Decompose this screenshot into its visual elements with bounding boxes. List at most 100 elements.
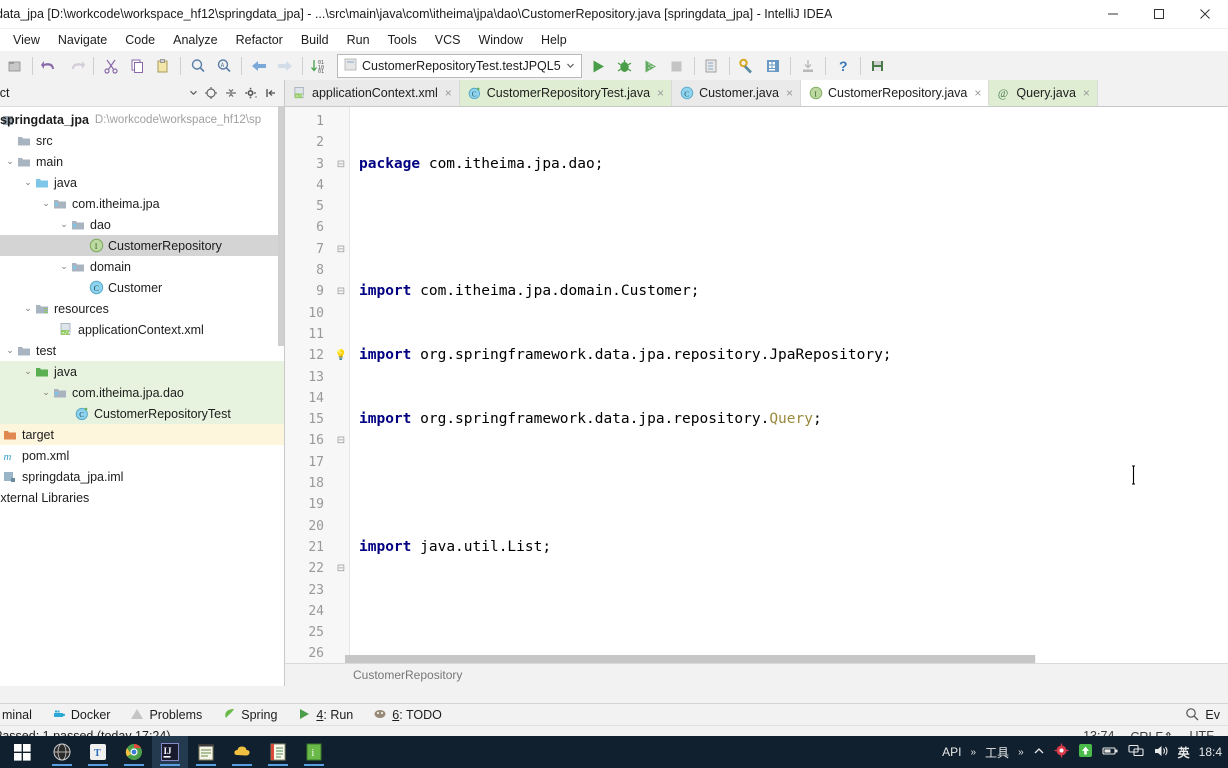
run-with-coverage-button[interactable]: [638, 53, 664, 79]
close-icon[interactable]: ×: [657, 86, 664, 100]
close-icon[interactable]: ×: [786, 86, 793, 100]
forward-icon[interactable]: [272, 53, 298, 79]
tree-item-package-com-itheima-jpa[interactable]: ⌄ com.itheima.jpa: [0, 193, 284, 214]
tab-customer-java[interactable]: C Customer.java ×: [672, 80, 801, 106]
chevron-right-icon[interactable]: »: [1018, 747, 1024, 758]
fold-marker-javadoc[interactable]: ⊟: [333, 281, 349, 302]
tree-item-customer-repository[interactable]: I CustomerRepository: [0, 235, 284, 256]
editor-horizontal-scrollbar[interactable]: [345, 655, 1036, 663]
tree-item-target[interactable]: target: [0, 424, 284, 445]
help-icon[interactable]: ?: [830, 53, 856, 79]
collapse-arrow-icon[interactable]: ⌄: [22, 303, 34, 314]
start-icon[interactable]: [0, 736, 44, 768]
tool-window-spring[interactable]: Spring: [212, 707, 287, 724]
sdk-manager-icon[interactable]: [760, 53, 786, 79]
tree-item-iml[interactable]: springdata_jpa.iml: [0, 466, 284, 487]
antivirus-icon[interactable]: [1054, 743, 1069, 761]
project-scrollbar[interactable]: [278, 106, 284, 346]
tree-item-test-java[interactable]: ⌄ java: [0, 361, 284, 382]
taskbar-baidu-netdisk-icon[interactable]: [224, 736, 260, 768]
volume-icon[interactable]: [1153, 744, 1169, 761]
menu-code[interactable]: Code: [116, 31, 164, 49]
tree-item-application-context-xml[interactable]: </> applicationContext.xml: [0, 319, 284, 340]
minimize-button[interactable]: [1090, 0, 1136, 28]
tree-item-src[interactable]: src: [0, 130, 284, 151]
tree-item-test-package[interactable]: ⌄ com.itheima.jpa.dao: [0, 382, 284, 403]
collapse-arrow-icon[interactable]: ⌄: [40, 198, 52, 209]
fold-marker-import-list[interactable]: ⊟: [333, 239, 349, 260]
chevron-down-icon[interactable]: [189, 86, 198, 100]
menu-help[interactable]: Help: [532, 31, 576, 49]
project-tree[interactable]: springdata_jpa D:\workcode\workspace_hf1…: [0, 107, 284, 686]
run-button[interactable]: [586, 53, 612, 79]
tool-window-problems[interactable]: Problems: [120, 707, 212, 724]
tree-item-main-java[interactable]: ⌄ java: [0, 172, 284, 193]
fold-marker-method-javadoc[interactable]: ⊟: [333, 430, 349, 451]
menu-vcs[interactable]: VCS: [426, 31, 470, 49]
breadcrumb[interactable]: CustomerRepository: [285, 663, 1228, 686]
taskbar-clock[interactable]: 18:4: [1199, 745, 1222, 759]
network-icon[interactable]: [1128, 744, 1144, 760]
collapse-arrow-icon[interactable]: ⌄: [4, 156, 16, 167]
copy-icon[interactable]: [124, 53, 150, 79]
collapse-all-icon[interactable]: [222, 84, 240, 102]
tool-window-run[interactable]: 4: Run: [287, 707, 363, 724]
fold-marker-imports[interactable]: ⊟: [333, 154, 349, 175]
ide-script-icon[interactable]: [865, 53, 891, 79]
run-configuration-selector[interactable]: CustomerRepositoryTest.testJPQL5: [337, 54, 582, 78]
cut-icon[interactable]: [98, 53, 124, 79]
tree-item-pom-xml[interactable]: m pom.xml: [0, 445, 284, 466]
tree-item-springdata-jpa[interactable]: springdata_jpa D:\workcode\workspace_hf1…: [0, 109, 284, 130]
close-icon[interactable]: ×: [974, 86, 981, 100]
hide-icon[interactable]: [262, 84, 280, 102]
sort-icon[interactable]: 01 10 01: [307, 53, 333, 79]
settings-icon[interactable]: [734, 53, 760, 79]
menu-analyze[interactable]: Analyze: [164, 31, 226, 49]
close-icon[interactable]: ×: [1083, 86, 1090, 100]
fold-marker-javadoc-end[interactable]: ⊟: [333, 558, 349, 579]
open-project-icon[interactable]: [2, 53, 28, 79]
code-folding-gutter[interactable]: ⊟ ⊟ ⊟ 💡 ⊟ ⊟: [333, 107, 350, 663]
maximize-button[interactable]: [1136, 0, 1182, 28]
back-icon[interactable]: [246, 53, 272, 79]
close-button[interactable]: [1182, 0, 1228, 28]
gear-icon[interactable]: [242, 84, 260, 102]
tab-customer-repository-test-java[interactable]: C CustomerRepositoryTest.java ×: [459, 80, 673, 106]
collapse-arrow-icon[interactable]: ⌄: [22, 366, 34, 377]
taskbar-tim-icon[interactable]: T: [80, 736, 116, 768]
tool-window-terminal[interactable]: minal: [0, 708, 42, 722]
tree-item-package-domain[interactable]: ⌄ domain: [0, 256, 284, 277]
gutter-intention-bulb-icon[interactable]: 💡: [333, 345, 349, 366]
paste-icon[interactable]: [150, 53, 176, 79]
project-structure-icon[interactable]: [699, 53, 725, 79]
taskbar-editor-icon[interactable]: [260, 736, 296, 768]
menu-tools[interactable]: Tools: [379, 31, 426, 49]
chevron-right-icon[interactable]: »: [970, 747, 976, 758]
tree-item-customer-class[interactable]: C Customer: [0, 277, 284, 298]
close-icon[interactable]: ×: [445, 86, 452, 100]
undo-icon[interactable]: [37, 53, 63, 79]
tab-query-java[interactable]: @ Query.java ×: [989, 80, 1098, 106]
taskbar-browser-icon[interactable]: [44, 736, 80, 768]
tab-application-context-xml[interactable]: </> applicationContext.xml ×: [285, 80, 460, 106]
ime-language-label[interactable]: 英: [1178, 744, 1190, 761]
tray-tools-label[interactable]: 工具: [985, 744, 1009, 761]
replace-icon[interactable]: A: [211, 53, 237, 79]
menu-view[interactable]: View: [4, 31, 49, 49]
battery-icon[interactable]: [1102, 745, 1119, 760]
tree-item-resources[interactable]: ⌄ resources: [0, 298, 284, 319]
tree-item-customer-repository-test[interactable]: C CustomerRepositoryTest: [0, 403, 284, 424]
tray-api-label[interactable]: API: [942, 745, 961, 759]
taskbar-notepad-icon[interactable]: [188, 736, 224, 768]
collapse-arrow-icon[interactable]: ⌄: [4, 345, 16, 356]
taskbar-intellij-idea-icon[interactable]: IJ: [152, 736, 188, 768]
menu-refactor[interactable]: Refactor: [227, 31, 292, 49]
taskbar-chrome-icon[interactable]: [116, 736, 152, 768]
tree-item-package-dao[interactable]: ⌄ dao: [0, 214, 284, 235]
menu-navigate[interactable]: Navigate: [49, 31, 116, 49]
show-hidden-icons-icon[interactable]: [1033, 745, 1045, 760]
upload-icon[interactable]: [1078, 743, 1093, 761]
locate-icon[interactable]: [202, 84, 220, 102]
collapse-arrow-icon[interactable]: ⌄: [58, 261, 70, 272]
redo-icon[interactable]: [63, 53, 89, 79]
